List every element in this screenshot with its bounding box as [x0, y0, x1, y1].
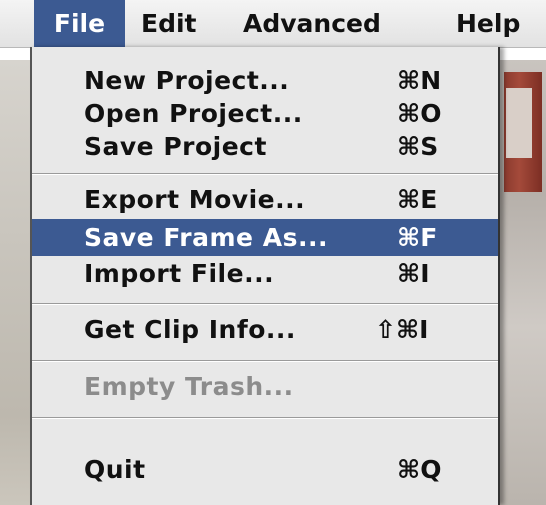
menu-item-label: Export Movie...: [84, 185, 306, 214]
menu-help[interactable]: Help: [456, 0, 520, 47]
menu-item-label: Open Project...: [84, 99, 303, 128]
menu-file[interactable]: File: [34, 0, 125, 47]
menu-item-open-project[interactable]: Open Project... ⌘O: [32, 97, 498, 130]
menu-item-export-movie[interactable]: Export Movie... ⌘E: [32, 183, 498, 216]
menu-item-shortcut: ⇧⌘I: [375, 315, 429, 344]
menu-item-new-project[interactable]: New Project... ⌘N: [32, 64, 498, 97]
menu-item-shortcut: ⌘S: [397, 132, 439, 161]
menu-item-label: Empty Trash...: [84, 372, 294, 401]
menu-item-label: Get Clip Info...: [84, 315, 296, 344]
menu-item-shortcut: ⌘F: [397, 223, 438, 252]
menu-item-shortcut: ⌘O: [397, 99, 442, 128]
menu-item-get-clip-info[interactable]: Get Clip Info... ⇧⌘I: [32, 313, 498, 346]
menu-item-shortcut: ⌘N: [397, 66, 442, 95]
menu-item-import-file[interactable]: Import File... ⌘I: [32, 257, 498, 290]
menu-item-label: New Project...: [84, 66, 290, 95]
background-window-right: [500, 60, 546, 505]
menu-item-empty-trash: Empty Trash...: [32, 370, 498, 403]
menu-item-shortcut: ⌘E: [397, 185, 438, 214]
menu-separator: [32, 303, 498, 305]
menu-edit[interactable]: Edit: [141, 0, 197, 47]
menu-advanced[interactable]: Advanced: [243, 0, 381, 47]
menu-item-save-project[interactable]: Save Project ⌘S: [32, 130, 498, 163]
menu-separator: [32, 360, 498, 362]
menu-item-shortcut: ⌘I: [397, 259, 430, 288]
menu-bar: File Edit Advanced Help: [0, 0, 546, 48]
menu-item-label: Save Project: [84, 132, 267, 161]
menu-item-label: Import File...: [84, 259, 275, 288]
menu-separator: [32, 173, 498, 175]
menu-item-label: Quit: [84, 455, 146, 484]
menu-item-shortcut: ⌘Q: [397, 455, 442, 484]
menu-separator: [32, 417, 498, 419]
menu-item-label: Save Frame As...: [84, 223, 328, 252]
menu-item-quit[interactable]: Quit ⌘Q: [32, 453, 498, 486]
background-image-detail: [506, 88, 532, 158]
menu-item-save-frame-as[interactable]: Save Frame As... ⌘F: [32, 219, 498, 256]
file-dropdown-menu: New Project... ⌘N Open Project... ⌘O Sav…: [30, 47, 500, 505]
